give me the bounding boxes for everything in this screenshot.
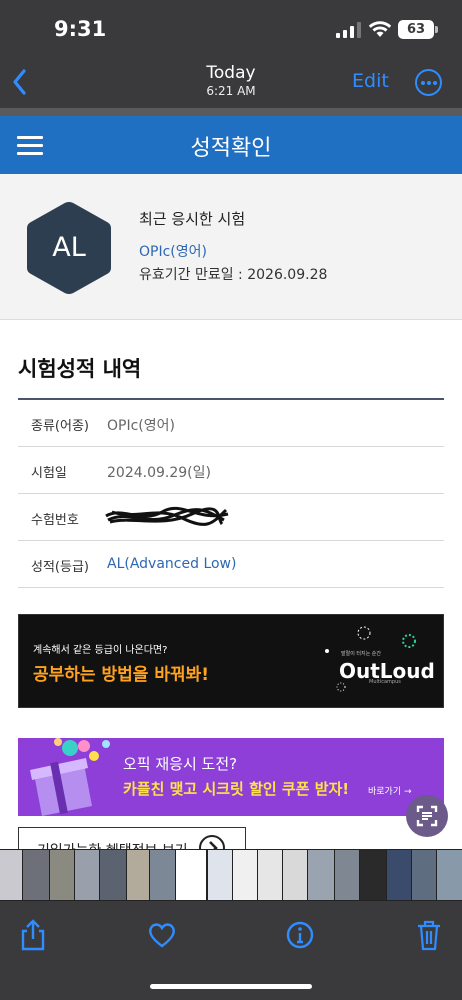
banner-subtitle: 오픽 재응시 도전? bbox=[123, 755, 238, 773]
photos-toolbar bbox=[0, 901, 462, 1000]
thumbnail[interactable] bbox=[0, 850, 22, 900]
row-value: OPIc(영어) bbox=[107, 418, 175, 434]
thumbnail[interactable] bbox=[50, 850, 74, 900]
row-value: 2024.09.29(일) bbox=[107, 465, 211, 481]
heart-icon[interactable] bbox=[147, 919, 177, 951]
thumbnail[interactable] bbox=[233, 850, 257, 900]
thumbnail[interactable] bbox=[283, 850, 307, 900]
row-value: AL(Advanced Low) bbox=[107, 556, 237, 572]
thumbnail[interactable] bbox=[100, 850, 126, 900]
edit-button[interactable]: Edit bbox=[352, 70, 389, 92]
info-icon[interactable] bbox=[285, 919, 315, 951]
nav-time-subtitle: 6:21 AM bbox=[206, 84, 256, 98]
photos-nav-bar: Today 6:21 AM Edit bbox=[0, 58, 462, 108]
banner-headline: 카플친 맺고 시크릿 할인 쿠폰 받자! bbox=[123, 780, 350, 798]
thumbnail[interactable] bbox=[23, 850, 49, 900]
thumbnail[interactable] bbox=[208, 850, 232, 900]
status-bar: 9:31 63 bbox=[0, 0, 462, 58]
thumbnail[interactable] bbox=[360, 850, 386, 900]
ellipsis-circle-icon[interactable] bbox=[415, 69, 442, 96]
cellular-signal-icon bbox=[336, 22, 362, 38]
thumbnail[interactable] bbox=[308, 850, 334, 900]
results-table: 종류(어종) OPIc(영어) 시험일 2024.09.29(일) 수험번호 성… bbox=[18, 398, 444, 588]
thumbnail[interactable] bbox=[335, 850, 359, 900]
logo-tagline: 발랄이 터지는 순간 bbox=[341, 651, 381, 657]
home-indicator bbox=[150, 984, 312, 989]
banner-subtitle: 계속해서 같은 등급이 나온다면? bbox=[33, 645, 168, 656]
table-row: 종류(어종) OPIc(영어) bbox=[18, 400, 444, 447]
row-label: 성적(등급) bbox=[31, 560, 89, 575]
grade-badge-text: AL bbox=[52, 232, 86, 263]
thumbnail[interactable] bbox=[75, 850, 99, 900]
logo-subtext: Multicampus bbox=[369, 679, 401, 685]
battery-indicator: 63 bbox=[398, 20, 438, 39]
table-row: 수험번호 bbox=[18, 494, 444, 541]
status-time: 9:31 bbox=[54, 17, 107, 41]
redaction-scribble bbox=[105, 506, 229, 526]
profile-summary: AL 최근 응시한 시험 OPIc(영어) 유효기간 만료일 : 2026.09… bbox=[0, 174, 462, 320]
thumbnail[interactable] bbox=[150, 850, 175, 900]
exam-name-link[interactable]: OPIc(영어) bbox=[139, 241, 207, 261]
results-section: 시험성적 내역 종류(어종) OPIc(영어) 시험일 2024.09.29(일… bbox=[0, 320, 462, 900]
thumbnail-strip[interactable] bbox=[0, 849, 462, 901]
nav-date-title: Today bbox=[206, 63, 256, 83]
outloud-ad-banner[interactable]: 계속해서 같은 등급이 나온다면? 공부하는 방법을 바꿔봐! 발랄이 터지는 … bbox=[18, 614, 444, 708]
scan-glyph-icon bbox=[416, 805, 438, 827]
page-header: 성적확인 bbox=[0, 116, 462, 174]
expiry-date: 유효기간 만료일 : 2026.09.28 bbox=[139, 267, 328, 283]
wifi-icon bbox=[368, 21, 392, 37]
table-row: 성적(등급) AL(Advanced Low) bbox=[18, 541, 444, 588]
gift-box-icon bbox=[30, 738, 110, 816]
thumbnail-selected[interactable] bbox=[176, 850, 206, 900]
live-text-scan-icon[interactable] bbox=[406, 795, 448, 837]
thumbnail[interactable] bbox=[387, 850, 411, 900]
page-title: 성적확인 bbox=[190, 136, 272, 161]
thumbnail[interactable] bbox=[412, 850, 436, 900]
banner-headline: 공부하는 방법을 바꿔봐! bbox=[33, 665, 209, 685]
trash-icon[interactable] bbox=[414, 919, 444, 951]
retake-coupon-banner[interactable]: 오픽 재응시 도전? 카플친 맺고 시크릿 할인 쿠폰 받자! 바로가기 → bbox=[18, 738, 444, 816]
recent-exam-label: 최근 응시한 시험 bbox=[139, 210, 246, 228]
divider bbox=[0, 108, 462, 116]
share-icon[interactable] bbox=[18, 919, 48, 951]
row-label: 종류(어종) bbox=[31, 419, 89, 434]
thumbnail[interactable] bbox=[127, 850, 149, 900]
go-link[interactable]: 바로가기 → bbox=[368, 784, 412, 797]
thumbnail[interactable] bbox=[258, 850, 282, 900]
results-title: 시험성적 내역 bbox=[18, 357, 142, 381]
row-label: 수험번호 bbox=[31, 513, 79, 528]
table-row: 시험일 2024.09.29(일) bbox=[18, 447, 444, 494]
thumbnail[interactable] bbox=[437, 850, 462, 900]
row-label: 시험일 bbox=[31, 466, 67, 481]
